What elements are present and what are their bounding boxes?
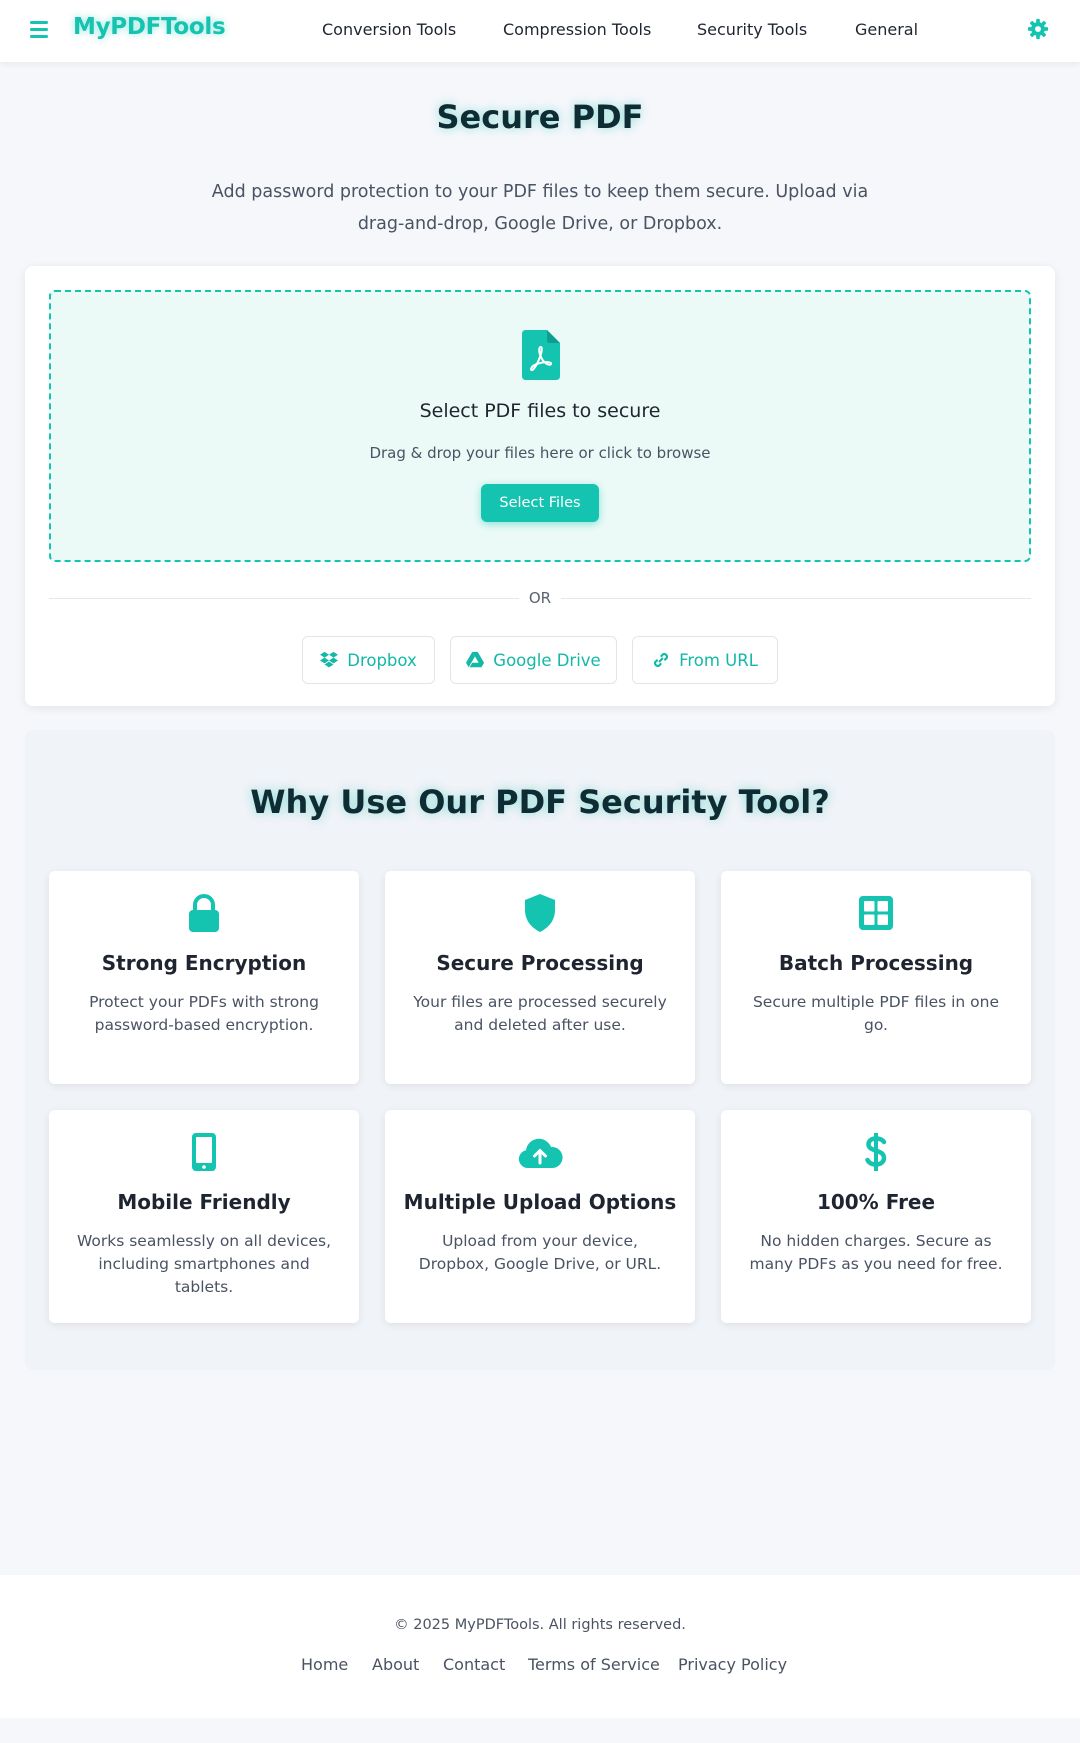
feature-title: 100% Free — [816, 1190, 936, 1214]
divider-line — [561, 598, 1031, 599]
feature-description: Your files are processed securely and de… — [413, 993, 667, 1034]
main-nav: Conversion Tools Compression Tools Secur… — [0, 0, 1080, 62]
nav-general[interactable]: General — [855, 20, 918, 39]
feature-card-strong-encryption: Strong Encryption Protect your PDFs with… — [49, 871, 359, 1084]
file-pdf-icon — [522, 330, 560, 380]
feature-card-secure-processing: Secure Processing Your files are process… — [385, 871, 695, 1084]
grid-icon — [859, 896, 893, 930]
feature-title: Strong Encryption — [101, 951, 307, 975]
google-drive-label: Google Drive — [493, 650, 601, 670]
page-description: Add password protection to your PDF file… — [211, 182, 869, 234]
footer-link-about[interactable]: About — [372, 1655, 419, 1674]
footer-link-privacy[interactable]: Privacy Policy — [678, 1655, 787, 1674]
feature-description: Secure multiple PDF files in one go. — [752, 993, 1000, 1034]
google-drive-button[interactable]: Google Drive — [450, 636, 617, 684]
feature-description: Works seamlessly on all devices, includi… — [76, 1232, 332, 1296]
gear-icon[interactable] — [1027, 18, 1049, 40]
divider-line — [49, 598, 519, 599]
why-section: Why Use Our PDF Security Tool? Strong En… — [25, 730, 1055, 1370]
or-divider: OR — [49, 588, 1031, 608]
dropbox-button[interactable]: Dropbox — [302, 636, 435, 684]
nav-conversion-tools[interactable]: Conversion Tools — [322, 20, 456, 39]
why-title: Why Use Our PDF Security Tool? — [250, 783, 830, 821]
dropbox-label: Dropbox — [347, 650, 417, 670]
lock-icon — [189, 894, 219, 932]
feature-title: Multiple Upload Options — [403, 1190, 677, 1214]
from-url-button[interactable]: From URL — [632, 636, 778, 684]
feature-card-batch-processing: Batch Processing Secure multiple PDF fil… — [721, 871, 1031, 1084]
feature-card-mobile-friendly: Mobile Friendly Works seamlessly on all … — [49, 1110, 359, 1323]
link-icon — [654, 652, 669, 668]
feature-title: Mobile Friendly — [117, 1190, 291, 1214]
feature-description: Protect your PDFs with strong password-b… — [89, 993, 319, 1034]
or-label: OR — [528, 589, 552, 607]
feature-title: Secure Processing — [436, 951, 644, 975]
cloud-upload-icon — [518, 1138, 563, 1169]
copyright: © 2025 MyPDFTools. All rights reserved. — [394, 1617, 686, 1633]
footer-link-home[interactable]: Home — [301, 1655, 348, 1674]
dropzone-title: Select PDF files to secure — [419, 400, 661, 422]
feature-card-multiple-upload-options: Multiple Upload Options Upload from your… — [385, 1110, 695, 1323]
upload-card: Select PDF files to secure Drag & drop y… — [25, 266, 1055, 706]
dollar-icon — [865, 1133, 887, 1171]
shield-icon — [525, 894, 555, 932]
nav-compression-tools[interactable]: Compression Tools — [503, 20, 651, 39]
from-url-label: From URL — [679, 650, 758, 670]
page-title: Secure PDF — [436, 98, 644, 136]
google-drive-icon — [466, 651, 485, 668]
footer: © 2025 MyPDFTools. All rights reserved. … — [0, 1575, 1080, 1718]
dropzone[interactable]: Select PDF files to secure Drag & drop y… — [49, 290, 1031, 562]
feature-description: No hidden charges. Secure as many PDFs a… — [749, 1232, 1003, 1273]
navbar: MyPDFTools Conversion Tools Compression … — [0, 0, 1080, 62]
nav-security-tools[interactable]: Security Tools — [697, 20, 807, 39]
dropzone-subtitle: Drag & drop your files here or click to … — [369, 444, 711, 462]
mobile-icon — [192, 1133, 216, 1171]
feature-description: Upload from your device, Dropbox, Google… — [418, 1232, 662, 1273]
footer-link-contact[interactable]: Contact — [443, 1655, 505, 1674]
dropbox-icon — [320, 651, 339, 668]
feature-title: Batch Processing — [778, 951, 974, 975]
feature-card-free: 100% Free No hidden charges. Secure as m… — [721, 1110, 1031, 1323]
footer-link-terms[interactable]: Terms of Service — [528, 1655, 660, 1674]
select-files-button[interactable]: Select Files — [481, 484, 599, 522]
